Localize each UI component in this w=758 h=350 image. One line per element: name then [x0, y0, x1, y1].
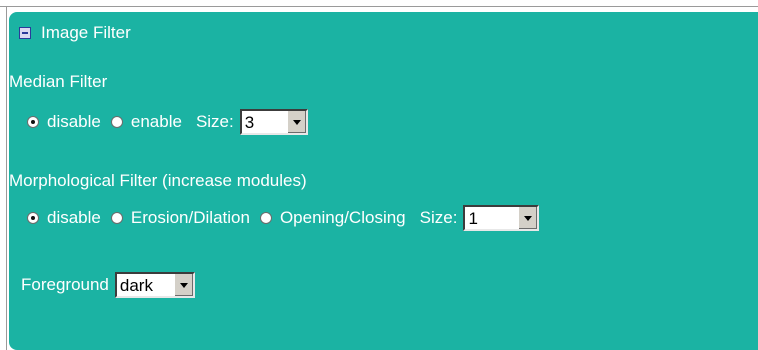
- frame-left-border: [6, 6, 7, 350]
- median-enable-radio[interactable]: [110, 116, 123, 128]
- image-filter-panel: Image Filter Median Filter disable enabl…: [9, 12, 758, 350]
- frame-top-border: [0, 6, 758, 7]
- median-filter-heading: Median Filter: [9, 72, 107, 92]
- median-enable-label: enable: [130, 112, 182, 131]
- foreground-select[interactable]: dark: [114, 272, 195, 298]
- panel-title: Image Filter: [41, 23, 131, 42]
- morph-size-select[interactable]: 1: [463, 205, 540, 231]
- median-size-label: Size:: [195, 112, 234, 131]
- morph-erosion-dilation-radio[interactable]: [110, 212, 123, 224]
- morph-opening-closing-radio[interactable]: [259, 212, 272, 224]
- foreground-value: dark: [119, 276, 153, 295]
- median-filter-controls: disable enable Size: 3: [27, 109, 308, 135]
- panel-header[interactable]: Image Filter: [19, 22, 131, 44]
- morph-opening-closing-option[interactable]: Opening/Closing: [259, 208, 406, 228]
- morph-filter-label: Morphological Filter (increase modules): [9, 171, 307, 190]
- collapse-icon[interactable]: [19, 27, 31, 39]
- morph-erosion-dilation-label: Erosion/Dilation: [130, 208, 250, 227]
- morph-disable-option[interactable]: disable: [27, 208, 101, 228]
- median-filter-label: Median Filter: [9, 72, 108, 91]
- morph-size-label: Size:: [419, 208, 458, 227]
- chevron-down-icon[interactable]: [173, 274, 193, 296]
- median-disable-option[interactable]: disable: [27, 112, 101, 132]
- morph-size-value: 1: [468, 209, 478, 228]
- median-size-value: 3: [244, 113, 255, 132]
- chevron-down-icon[interactable]: [518, 207, 538, 229]
- morph-erosion-dilation-option[interactable]: Erosion/Dilation: [110, 208, 250, 228]
- median-disable-radio[interactable]: [27, 116, 39, 128]
- chevron-down-icon[interactable]: [286, 111, 306, 133]
- foreground-label: Foreground: [21, 275, 109, 294]
- median-size-select[interactable]: 3: [239, 109, 308, 135]
- median-disable-label: disable: [47, 112, 101, 131]
- morph-filter-heading: Morphological Filter (increase modules): [9, 171, 307, 191]
- morph-opening-closing-label: Opening/Closing: [279, 208, 406, 227]
- median-enable-option[interactable]: enable: [110, 112, 182, 132]
- morph-disable-radio[interactable]: [27, 212, 39, 224]
- morph-disable-label: disable: [47, 208, 101, 227]
- foreground-row: Foreground dark: [21, 272, 195, 298]
- morph-filter-controls: disable Erosion/Dilation Opening/Closing…: [27, 205, 540, 231]
